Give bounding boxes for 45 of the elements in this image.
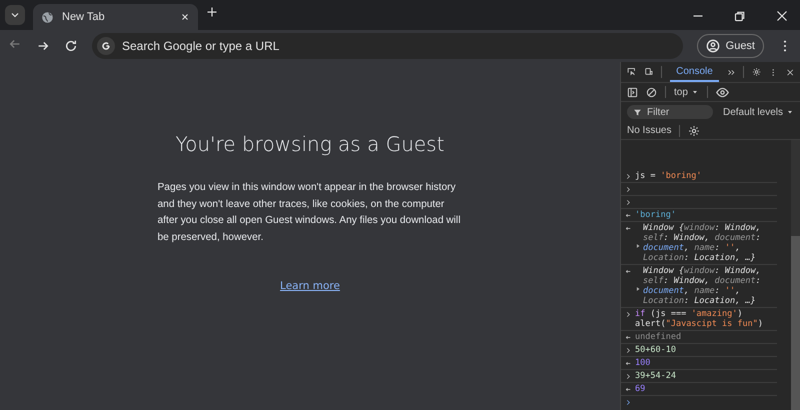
reload-icon[interactable] xyxy=(64,39,78,53)
console-text: 69 xyxy=(635,384,646,394)
guest-description: Pages you view in this window won't appear in the browser history and they won't leave other traces, like cookies, on the computer after you close all open Guest windows. Any files you download will be preserved, however. xyxy=(158,181,462,244)
console-text: js = 'boring' xyxy=(635,171,703,181)
google-g-icon xyxy=(100,40,112,52)
address-bar[interactable]: Search Google or type a URL xyxy=(92,33,683,59)
page-heading: You're browsing as a Guest xyxy=(176,132,444,156)
prompt-chevron-icon[interactable] xyxy=(625,399,632,406)
object-preview: Window {window: Window, self: Window, document: document, name: '', Location: Location, …} xyxy=(643,223,762,263)
clear-console-icon[interactable] xyxy=(646,86,657,98)
person-circle-icon xyxy=(706,39,720,53)
object-preview: Window {window: Window, self: Window, document: document, name: '', Location: Location, …} xyxy=(643,266,762,306)
browser-tab[interactable]: New Tab xyxy=(33,4,198,30)
eye-icon[interactable] xyxy=(716,86,729,98)
console-text: undefined xyxy=(635,332,682,342)
context-dropdown[interactable]: top xyxy=(674,86,699,98)
tab-title: New Tab xyxy=(62,11,106,23)
expand-triangle-icon[interactable] xyxy=(635,243,641,249)
devtools-tab[interactable]: Console xyxy=(670,62,719,82)
console-text: 100 xyxy=(635,358,652,368)
caret-icon xyxy=(786,108,794,116)
close-icon[interactable] xyxy=(786,66,794,78)
console-text: 39+54-24 xyxy=(635,371,677,381)
caret-icon xyxy=(690,88,699,96)
globe-icon xyxy=(41,10,54,24)
scrollbar[interactable] xyxy=(791,140,800,410)
restore-icon[interactable] xyxy=(734,10,746,22)
console-text: 50+60-10 xyxy=(635,345,677,355)
new-tab-icon[interactable] xyxy=(206,6,218,18)
learn-more-link[interactable]: Learn more xyxy=(280,280,340,292)
tab-search-button[interactable] xyxy=(5,5,25,25)
filter-field[interactable]: Filter xyxy=(627,105,713,119)
settings-icon[interactable] xyxy=(688,124,700,136)
issues-label: No Issues xyxy=(627,125,672,136)
log-levels-dropdown[interactable]: Default levels xyxy=(722,106,794,118)
expand-triangle-icon[interactable] xyxy=(635,286,641,292)
console-text: 'boring' xyxy=(635,210,677,220)
inspect-icon[interactable] xyxy=(627,66,636,78)
forward-arrow-icon[interactable] xyxy=(36,39,50,53)
console-text: if (js === 'amazing') alert("Javascipt is fun") xyxy=(635,309,764,329)
profile-button[interactable]: Guest xyxy=(696,34,764,58)
settings-icon[interactable] xyxy=(752,66,762,78)
sidebar-icon[interactable] xyxy=(627,86,638,98)
close-icon[interactable] xyxy=(180,12,190,22)
close-icon[interactable] xyxy=(776,10,788,22)
